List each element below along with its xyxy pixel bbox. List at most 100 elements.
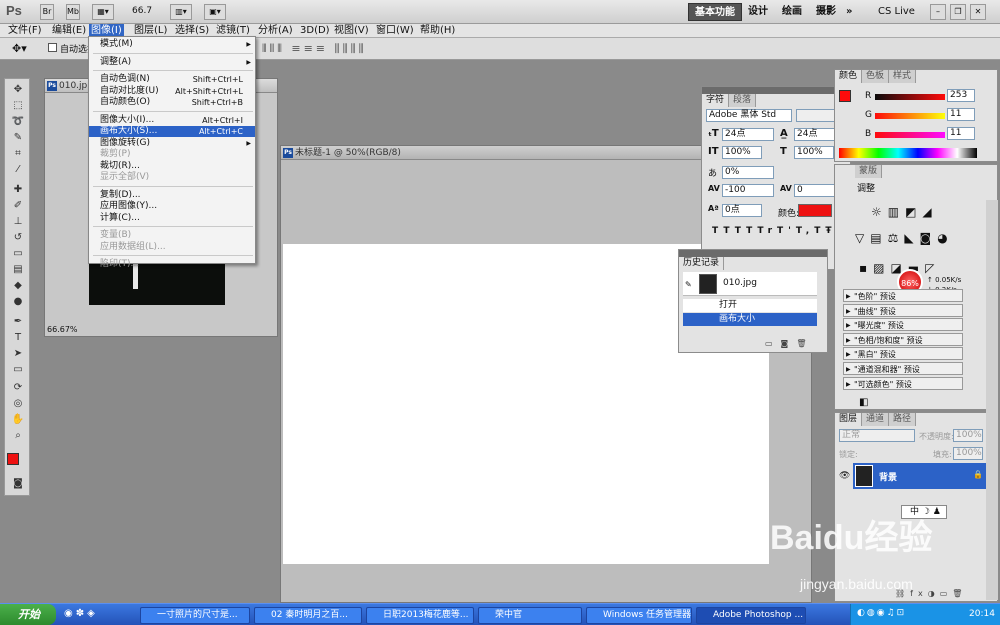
taskbar-item-browser2[interactable]: 02 秦时明月之百... [254, 607, 362, 624]
brush-tool-icon[interactable]: ✐ [9, 199, 27, 213]
history-footer-buttons[interactable]: ▭◙🗑 [765, 339, 814, 348]
gradient-tool-icon[interactable]: ▤ [9, 263, 27, 277]
cs-live-button[interactable]: CS Live [872, 3, 921, 21]
blur-tool-icon[interactable]: ◆ [9, 279, 27, 293]
image-menu-item[interactable]: 复制(D)... [89, 190, 255, 201]
menu-3d[interactable]: 3D(D) [298, 24, 332, 38]
workspace-design[interactable]: 设计 [742, 3, 774, 21]
taskbar-item-qq[interactable]: 荣中官 [478, 607, 582, 624]
tab-masks[interactable]: 蒙版 [855, 165, 883, 178]
eyedropper-tool-icon[interactable]: ⁄ [9, 163, 27, 177]
adjustment-icons-row1[interactable]: ☼▥◩◢ [871, 205, 938, 219]
red-value-field[interactable]: 253 [947, 89, 975, 102]
red-slider[interactable] [875, 94, 945, 100]
minimize-button[interactable]: – [930, 4, 946, 20]
text-color-swatch[interactable] [798, 204, 832, 217]
tsume-field[interactable]: 0% [722, 166, 774, 179]
pen-tool-icon[interactable]: ✒ [9, 315, 27, 329]
adjustment-icons-row2[interactable]: ▽▤⚖◣◙◕ [855, 231, 954, 245]
tab-color[interactable]: 颜色 [835, 70, 863, 83]
opacity-field[interactable]: 100% [953, 429, 983, 442]
image-menu-item[interactable]: 裁切(R)... [89, 161, 255, 172]
menu-window[interactable]: 窗口(W) [374, 24, 416, 38]
fill-field[interactable]: 100% [953, 447, 983, 460]
zoom-tool-icon[interactable]: ⌕ [9, 429, 27, 443]
quick-mask-icon[interactable]: ◙ [9, 477, 27, 491]
taskbar-item-browser1[interactable]: 一寸照片的尺寸是... [140, 607, 250, 624]
move-tool-icon[interactable]: ✥ [9, 83, 27, 97]
screen-mode-button[interactable]: ▣▾ [204, 4, 226, 20]
vertical-scale-field[interactable]: 100% [722, 146, 762, 159]
history-step-open[interactable]: 打开 [683, 299, 817, 312]
image-menu-item[interactable]: 自动色调(N) Shift+Ctrl+L [89, 74, 255, 85]
tab-paths[interactable]: 路径 [889, 413, 917, 426]
taskbar-item-browser3[interactable]: 日职2013梅花鹿等... [366, 607, 474, 624]
taskbar-item-photoshop[interactable]: Adobe Photoshop ... [696, 607, 806, 624]
tab-character[interactable]: 字符 [702, 94, 730, 107]
image-menu-item[interactable]: 图像大小(I)... Alt+Ctrl+I [89, 115, 255, 126]
start-button[interactable]: 开始 [0, 604, 56, 625]
tab-history[interactable]: 历史记录 [679, 257, 725, 270]
history-step-canvas-size[interactable]: 画布大小 [683, 313, 817, 326]
adjustment-preset-item[interactable]: "曝光度" 预设 [843, 318, 963, 332]
3d-orbit-tool-icon[interactable]: ◎ [9, 397, 27, 411]
color-foreground-swatch[interactable] [839, 90, 851, 102]
restore-button[interactable]: ❐ [950, 4, 966, 20]
blend-mode-select[interactable]: 正常 [839, 429, 915, 442]
type-tool-icon[interactable]: T [9, 331, 27, 345]
menu-file[interactable]: 文件(F) [6, 24, 44, 38]
bridge-button[interactable]: Br [40, 4, 54, 20]
crop-tool-icon[interactable]: ⌗ [9, 147, 27, 161]
adjustments-footer-icons[interactable]: ◧ [859, 397, 868, 408]
menu-edit[interactable]: 编辑(E) [50, 24, 88, 38]
tab-layers[interactable]: 图层 [835, 413, 863, 426]
eraser-tool-icon[interactable]: ▭ [9, 247, 27, 261]
3d-rotate-tool-icon[interactable]: ⟳ [9, 381, 27, 395]
color-spectrum-ramp[interactable] [839, 148, 977, 158]
align-buttons[interactable]: ⫴⫴⫴ ≡≡≡ ⫼⫼⫼⫼ [262, 42, 367, 56]
tray-icons[interactable]: ◐◍◉♫⊡ [857, 608, 906, 618]
image-menu-item[interactable]: 图像旋转(G) [89, 138, 255, 149]
quick-launch-icons[interactable]: ◉✽◈ [64, 608, 98, 619]
green-value-field[interactable]: 11 [947, 108, 975, 121]
clone-stamp-tool-icon[interactable]: ⊥ [9, 215, 27, 229]
move-tool-preset-icon[interactable]: ✥▾ [12, 42, 27, 55]
kerning-field[interactable]: -100 [722, 184, 774, 197]
blue-value-field[interactable]: 11 [947, 127, 975, 140]
history-snapshot[interactable]: ✎ 010.jpg [683, 272, 817, 296]
close-button[interactable]: ✕ [970, 4, 986, 20]
mini-bridge-button[interactable]: Mb [66, 4, 80, 20]
zoom-level[interactable]: 66.7 [132, 6, 152, 16]
image-menu-item[interactable]: 自动对比度(U) Alt+Shift+Ctrl+L [89, 86, 255, 97]
text-style-buttons[interactable]: TTTTTrT'T,TŦ [712, 226, 836, 236]
menu-view[interactable]: 视图(V) [332, 24, 371, 38]
taskbar-item-task-manager[interactable]: Windows 任务管理器 [586, 607, 692, 624]
healing-brush-tool-icon[interactable]: ✚ [9, 183, 27, 197]
path-selection-tool-icon[interactable]: ➤ [9, 347, 27, 361]
image-menu-item[interactable]: 自动颜色(O) Shift+Ctrl+B [89, 97, 255, 108]
green-slider[interactable] [875, 113, 945, 119]
quick-select-tool-icon[interactable]: ✎ [9, 131, 27, 145]
view-extras-button[interactable]: ▦▾ [92, 4, 114, 20]
shape-tool-icon[interactable]: ▭ [9, 363, 27, 377]
tab-channels[interactable]: 通道 [862, 413, 890, 426]
history-brush-source-icon[interactable]: ✎ [685, 280, 692, 289]
workspace-painting[interactable]: 绘画 [776, 3, 808, 21]
menu-help[interactable]: 帮助(H) [418, 24, 457, 38]
workspace-essentials[interactable]: 基本功能 [688, 3, 742, 21]
marquee-tool-icon[interactable]: ⬚ [9, 99, 27, 113]
tab-styles[interactable]: 样式 [889, 70, 917, 83]
lasso-tool-icon[interactable]: ➰ [9, 115, 27, 129]
image-menu-item[interactable]: 调整(A) [89, 57, 255, 68]
adjustment-preset-item[interactable]: "黑白" 预设 [843, 347, 963, 361]
blue-slider[interactable] [875, 132, 945, 138]
arrange-documents-button[interactable]: ▥▾ [170, 4, 192, 20]
image-menu-item[interactable]: 模式(M) [89, 39, 255, 50]
workspace-photography[interactable]: 摄影 [810, 3, 842, 21]
adjustment-preset-item[interactable]: "曲线" 预设 [843, 303, 963, 318]
adjustment-preset-item[interactable]: "可选颜色" 预设 [843, 376, 963, 391]
baseline-shift-field[interactable]: 0点 [722, 204, 762, 217]
image-menu-item[interactable]: 画布大小(S)... Alt+Ctrl+C [89, 126, 255, 137]
dock-scrollbar[interactable] [986, 200, 998, 600]
adjustment-preset-item[interactable]: "色相/饱和度" 预设 [843, 332, 963, 347]
